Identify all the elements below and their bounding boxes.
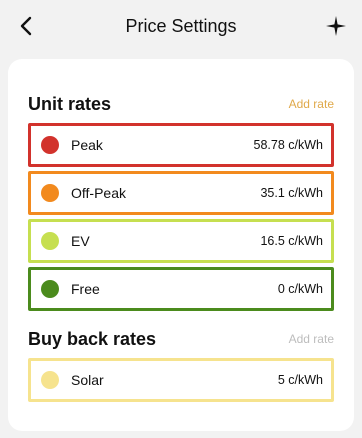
unit-rates-title: Unit rates (28, 93, 112, 114)
rate-value: 58.78 c/kWh (253, 138, 323, 152)
unit-rates-header: Unit rates Add rate (28, 92, 334, 116)
buy-back-rates-title: Buy back rates (28, 328, 157, 349)
page-title: Price Settings (125, 15, 237, 36)
add-unit-rate-button[interactable]: Add rate (289, 97, 334, 111)
rate-value: 35.1 c/kWh (260, 186, 323, 200)
rate-row-ev[interactable]: EV 16.5 c/kWh (28, 219, 334, 263)
solar-color-dot (41, 371, 59, 389)
rate-row-off-peak[interactable]: Off-Peak 35.1 c/kWh (28, 171, 334, 215)
rate-row-free[interactable]: Free 0 c/kWh (28, 267, 334, 311)
rate-value: 5 c/kWh (277, 373, 323, 387)
rate-value: 0 c/kWh (277, 282, 323, 296)
sparkle-icon (326, 16, 346, 36)
rate-name: Peak (71, 137, 103, 153)
off-peak-color-dot (41, 184, 59, 202)
rate-row-solar[interactable]: Solar 5 c/kWh (28, 358, 334, 402)
buy-back-rates-header: Buy back rates Add rate (28, 327, 334, 351)
ev-color-dot (41, 232, 59, 250)
peak-color-dot (41, 136, 59, 154)
add-buy-back-rate-button[interactable]: Add rate (289, 332, 334, 346)
sparkle-button[interactable] (322, 12, 350, 40)
rate-name: EV (71, 233, 90, 249)
free-color-dot (41, 280, 59, 298)
back-button[interactable] (12, 12, 40, 40)
rate-row-peak[interactable]: Peak 58.78 c/kWh (28, 123, 334, 167)
top-bar: Price Settings (0, 0, 362, 52)
rate-name: Off-Peak (71, 185, 126, 201)
rate-value: 16.5 c/kWh (260, 234, 323, 248)
chevron-left-icon (20, 16, 32, 36)
rate-name: Free (71, 281, 100, 297)
rates-card: Unit rates Add rate Peak 58.78 c/kWh Off… (8, 59, 354, 431)
rate-name: Solar (71, 372, 104, 388)
